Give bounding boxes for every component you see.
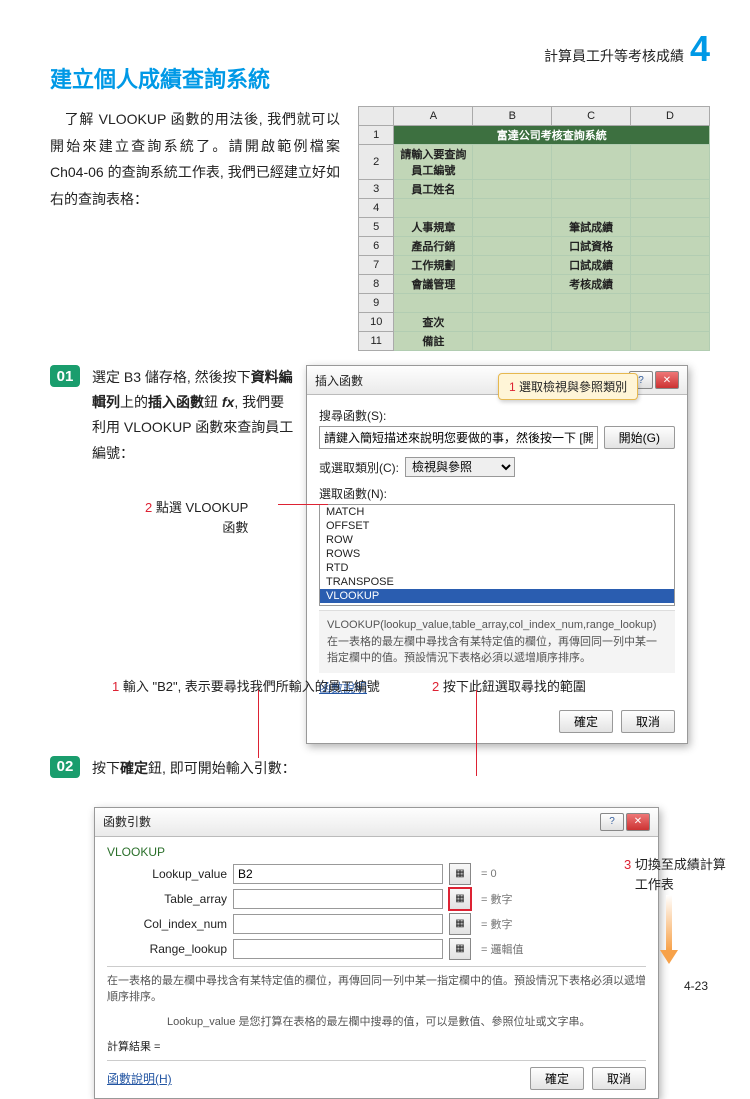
- arg-row-col-index: Col_index_num ▦ = 數字: [107, 913, 646, 935]
- function-listbox[interactable]: MATCH OFFSET ROW ROWS RTD TRANSPOSE VLOO…: [319, 504, 675, 606]
- range-select-icon[interactable]: ▦: [449, 913, 471, 935]
- ws-col-c: C: [552, 107, 631, 126]
- list-item[interactable]: TRANSPOSE: [320, 575, 674, 589]
- leader-line: [278, 504, 328, 505]
- list-item[interactable]: ROW: [320, 533, 674, 547]
- chapter-number: 4: [690, 28, 710, 70]
- category-label: 或選取類別(C):: [319, 459, 399, 476]
- func-name: VLOOKUP: [107, 845, 646, 859]
- list-item-vlookup[interactable]: VLOOKUP: [320, 589, 674, 603]
- range-lookup-input[interactable]: [233, 939, 443, 959]
- help-icon[interactable]: ?: [600, 813, 624, 831]
- chapter-label: 計算員工升等考核成績: [544, 46, 684, 66]
- ws-col-a: A: [394, 107, 473, 126]
- chapter-header: 計算員工升等考核成績 4: [544, 28, 710, 70]
- intro-paragraph: 了解 VLOOKUP 函數的用法後, 我們就可以開始來建立查詢系統了。請開啟範例…: [50, 106, 340, 351]
- dialog2-title: 函數引數: [103, 813, 151, 830]
- arg-row-table-array: Table_array ▦ = 數字: [107, 888, 646, 910]
- func-desc2: 在一表格的最左欄中尋找含有某特定值的欄位，再傳回同一列中某一指定欄中的值。預設情…: [107, 973, 646, 1006]
- lookup-value-input[interactable]: [233, 864, 443, 884]
- select-function-label: 選取函數(N):: [319, 485, 675, 502]
- callout-1: 1 選取檢視與參照類別: [498, 373, 638, 400]
- close-icon[interactable]: ✕: [626, 813, 650, 831]
- arg-help: Lookup_value 是您打算在表格的最左欄中搜尋的值，可以是數值、參照位址…: [167, 1014, 646, 1031]
- result-label: 計算結果 =: [107, 1038, 646, 1054]
- step-02-badge: 02: [50, 756, 80, 778]
- page-number: 4-23: [684, 979, 708, 993]
- list-item[interactable]: OFFSET: [320, 519, 674, 533]
- annotation-2: 2 點選 VLOOKUP 函數: [145, 498, 248, 537]
- cancel-button[interactable]: 取消: [592, 1067, 646, 1090]
- annotation-d2-1: 1 輸入 "B2", 表示要尋找我們所輸入的員工編號: [112, 676, 380, 695]
- start-button[interactable]: 開始(G): [604, 426, 675, 449]
- annotation-3: 3 切換至成績計算 工作表: [624, 855, 726, 894]
- ws-title: 富達公司考核查詢系統: [394, 126, 710, 145]
- list-item[interactable]: ROWS: [320, 547, 674, 561]
- category-select[interactable]: 檢視與參照: [405, 457, 515, 477]
- annotation-d2-2: 2 按下此鈕選取尋找的範圍: [432, 676, 586, 695]
- range-select-icon[interactable]: ▦: [449, 938, 471, 960]
- step-01-badge: 01: [50, 365, 80, 387]
- func-desc: 在一表格的最左欄中尋找含有某特定值的欄位，再傳回同一列中某一指定欄中的值。預設情…: [327, 634, 667, 667]
- ok-button[interactable]: 確定: [530, 1067, 584, 1090]
- arg-row-lookup-value: Lookup_value ▦ = 0: [107, 863, 646, 885]
- leader-line: [258, 690, 259, 758]
- close-icon[interactable]: ✕: [655, 371, 679, 389]
- search-label: 搜尋函數(S):: [319, 407, 675, 424]
- help-link[interactable]: 函數說明(H): [107, 1070, 172, 1087]
- leader-line: [476, 690, 477, 776]
- range-select-icon[interactable]: ▦: [449, 863, 471, 885]
- list-item[interactable]: RTD: [320, 561, 674, 575]
- col-index-input[interactable]: [233, 914, 443, 934]
- worksheet-preview: A B C D 1富達公司考核查詢系統 2請輸入要查詢員工編號 3員工姓名 4 …: [358, 106, 710, 351]
- ws-corner: [359, 107, 394, 126]
- ws-col-b: B: [473, 107, 552, 126]
- arg-row-range-lookup: Range_lookup ▦ = 邏輯值: [107, 938, 646, 960]
- ok-button[interactable]: 確定: [559, 710, 613, 733]
- dialog1-title: 插入函數: [315, 372, 363, 389]
- cancel-button[interactable]: 取消: [621, 710, 675, 733]
- range-select-icon[interactable]: ▦: [449, 888, 471, 910]
- func-signature: VLOOKUP(lookup_value,table_array,col_ind…: [327, 617, 667, 634]
- search-input[interactable]: [319, 426, 598, 449]
- step-02-text: 按下確定鈕, 即可開始輸入引數：: [92, 756, 296, 781]
- ws-col-d: D: [631, 107, 710, 126]
- arrow-down-icon: [660, 895, 678, 965]
- list-item[interactable]: MATCH: [320, 505, 674, 519]
- function-args-dialog: 函數引數 ? ✕ VLOOKUP Lookup_value ▦ = 0 Tabl…: [94, 807, 659, 1099]
- table-array-input[interactable]: [233, 889, 443, 909]
